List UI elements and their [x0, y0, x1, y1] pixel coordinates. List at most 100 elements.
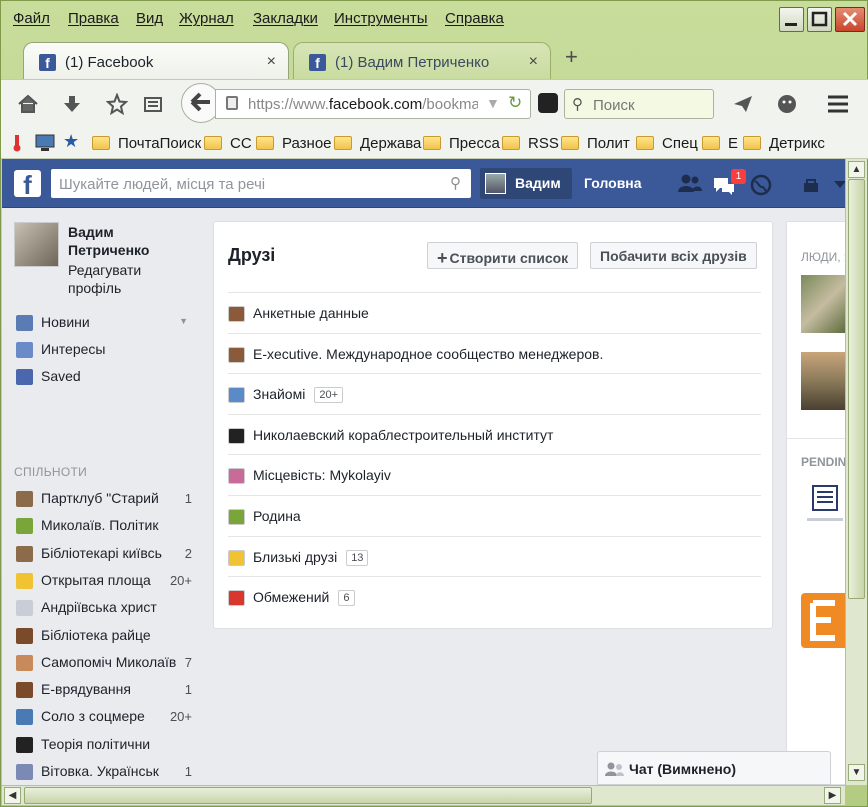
friend-list-item[interactable]: Николаевский кораблестроительный институ… [228, 413, 761, 454]
sidebar-group-item[interactable]: Бібліотекарі київсь 2 [2, 544, 202, 564]
sidebar-item[interactable]: Saved [2, 367, 202, 387]
bookmark-folder[interactable]: Разное [256, 135, 332, 152]
url-text[interactable]: https://www.facebook.com/bookmarks/lists [248, 96, 478, 113]
close-tab-icon[interactable]: × [267, 53, 276, 71]
url-bar[interactable]: https://www.facebook.com/bookmarks/lists… [215, 89, 531, 119]
menu-history[interactable]: Журнал [179, 10, 234, 27]
menu-file[interactable]: Файл [13, 10, 50, 27]
notifications-globe-icon[interactable] [750, 174, 772, 196]
friend-list-item[interactable]: E-xecutive. Международное сообщество мен… [228, 332, 761, 373]
search-icon: ⚲ [572, 96, 583, 113]
horizontal-scrollbar[interactable]: ◀ ▶ [2, 785, 845, 805]
sidebar-group-item[interactable]: Е-врядування 1 [2, 680, 202, 700]
sidebar-group-item[interactable]: Бібліотека райце [2, 626, 202, 646]
home-icon[interactable] [17, 94, 39, 114]
scrollbar-thumb[interactable] [24, 787, 592, 804]
download-icon[interactable] [62, 94, 82, 114]
menu-view[interactable]: Вид [136, 10, 163, 27]
bookmark-folder[interactable]: СС [204, 135, 252, 152]
profile-name[interactable]: Вадим Петриченко [68, 223, 188, 259]
sidebar-group-item[interactable]: Теорія політични [2, 735, 202, 755]
avatar[interactable] [14, 222, 59, 267]
bookmark-folder[interactable]: Детрикс [743, 135, 825, 152]
folder-icon [423, 136, 441, 150]
menu-tools[interactable]: Инструменты [334, 10, 428, 27]
list-name: Родина [253, 508, 301, 524]
url-dropdown-icon[interactable]: ▼ [486, 95, 500, 111]
tab-label: (1) Facebook [65, 54, 154, 71]
page-logo-icon[interactable] [801, 593, 845, 648]
friend-list-item[interactable]: Місцевість: Mykolayiv [228, 454, 761, 494]
maximize-button[interactable] [807, 7, 832, 32]
sidebar-group-item[interactable]: Вітовка. Українськ 1 [2, 762, 202, 782]
people-you-may-know-heading: ЛЮДИ, ЯКИХ ВИ МОЖЕТЕ ЗНАТИ [801, 250, 845, 264]
group-icon [16, 764, 33, 780]
minimize-button[interactable] [779, 7, 804, 32]
friend-list-item[interactable]: Родина [228, 495, 761, 535]
star-bookmark-icon[interactable]: ★ [63, 131, 79, 152]
thermometer-icon[interactable] [10, 134, 24, 152]
bookmark-folder[interactable]: Пресса [423, 135, 500, 152]
group-icon [16, 709, 33, 726]
chat-bar[interactable]: Чат (Вимкнено) [597, 751, 831, 785]
sidebar-item[interactable]: Новини ▼ [2, 313, 202, 333]
monitor-icon[interactable] [34, 134, 56, 152]
bookmark-folder[interactable]: RSS [502, 135, 559, 152]
account-dropdown-icon[interactable] [834, 181, 845, 189]
sidebar-group-item[interactable]: Открытая площа 20+ [2, 571, 202, 591]
menu-help[interactable]: Справка [445, 10, 504, 27]
scroll-right-icon[interactable]: ▶ [824, 787, 841, 804]
bookmarks-list-icon[interactable] [143, 94, 163, 114]
facebook-search-input[interactable]: Шукайте людей, місця та речі ⚲ [51, 169, 471, 198]
scroll-left-icon[interactable]: ◀ [4, 787, 21, 804]
create-list-button[interactable]: + Створити список [427, 242, 579, 269]
friend-list-item[interactable]: Анкетные данные [228, 292, 761, 332]
friend-list-item[interactable]: Знайомі 20+ [228, 373, 761, 413]
search-bar[interactable]: ⚲ Поиск [564, 89, 714, 119]
bookmark-folder[interactable]: Держава [334, 135, 421, 152]
bookmark-star-icon[interactable] [106, 93, 128, 115]
creative-group-logo-icon[interactable] [805, 484, 845, 532]
bookmark-folder[interactable]: Е [702, 135, 738, 152]
sidebar-group-item[interactable]: Соло з соцмере 20+ [2, 707, 202, 727]
edit-profile-link[interactable]: Редагувати профіль [68, 261, 178, 297]
facebook-logo-icon[interactable]: f [14, 170, 41, 200]
profile-link[interactable]: Вадим [480, 168, 572, 199]
privacy-lock-icon[interactable] [802, 177, 822, 193]
bookmark-folder[interactable]: Полит [561, 135, 630, 152]
see-all-friends-button[interactable]: Побачити всіх друзів [590, 242, 757, 269]
new-tab-button[interactable]: + [565, 44, 578, 70]
tab-profile[interactable]: f (1) Вадим Петриченко × [293, 42, 551, 79]
friend-list-item[interactable]: Обмежений 6 [228, 576, 761, 616]
sidebar-group-item[interactable]: Партклуб "Старий 1 [2, 489, 202, 509]
menu-edit[interactable]: Правка [68, 10, 119, 27]
smiley-icon[interactable] [776, 93, 798, 115]
suggestion-photo[interactable] [801, 275, 845, 333]
vertical-scrollbar[interactable]: ▲ ▼ [845, 159, 867, 785]
sidebar-item[interactable]: Интересы [2, 340, 202, 360]
scroll-up-icon[interactable]: ▲ [848, 161, 865, 178]
scrollbar-thumb[interactable] [848, 179, 865, 599]
tab-facebook[interactable]: f (1) Facebook × [23, 42, 289, 79]
bookmark-folder[interactable]: ПочтаПоиск [92, 135, 201, 152]
bookmark-folder[interactable]: Спец [636, 135, 698, 152]
close-window-button[interactable] [835, 7, 865, 32]
sidebar-item-icon [16, 369, 33, 385]
menu-bookmarks[interactable]: Закладки [253, 10, 318, 27]
sidebar-group-item[interactable]: Миколаїв. Політик [2, 516, 202, 536]
friend-requests-icon[interactable] [677, 173, 703, 193]
suggestion-photo[interactable] [801, 352, 845, 410]
menu-hamburger-icon[interactable] [827, 94, 849, 114]
evernote-icon[interactable] [538, 93, 558, 113]
friend-list-item[interactable]: Близькі друзі 13 [228, 535, 761, 576]
send-icon[interactable] [732, 94, 754, 114]
home-link[interactable]: Головна [584, 175, 642, 191]
close-tab-icon[interactable]: × [529, 53, 538, 71]
search-icon[interactable]: ⚲ [450, 174, 461, 192]
sidebar-group-item[interactable]: Андріївська христ [2, 598, 202, 618]
list-count-badge: 20+ [314, 387, 343, 404]
sidebar-group-item[interactable]: Самопоміч Миколаїв 7 [2, 653, 202, 673]
reload-icon[interactable]: ↻ [508, 93, 522, 113]
chevron-down-icon[interactable]: ▼ [179, 316, 188, 326]
scroll-down-icon[interactable]: ▼ [848, 764, 865, 781]
